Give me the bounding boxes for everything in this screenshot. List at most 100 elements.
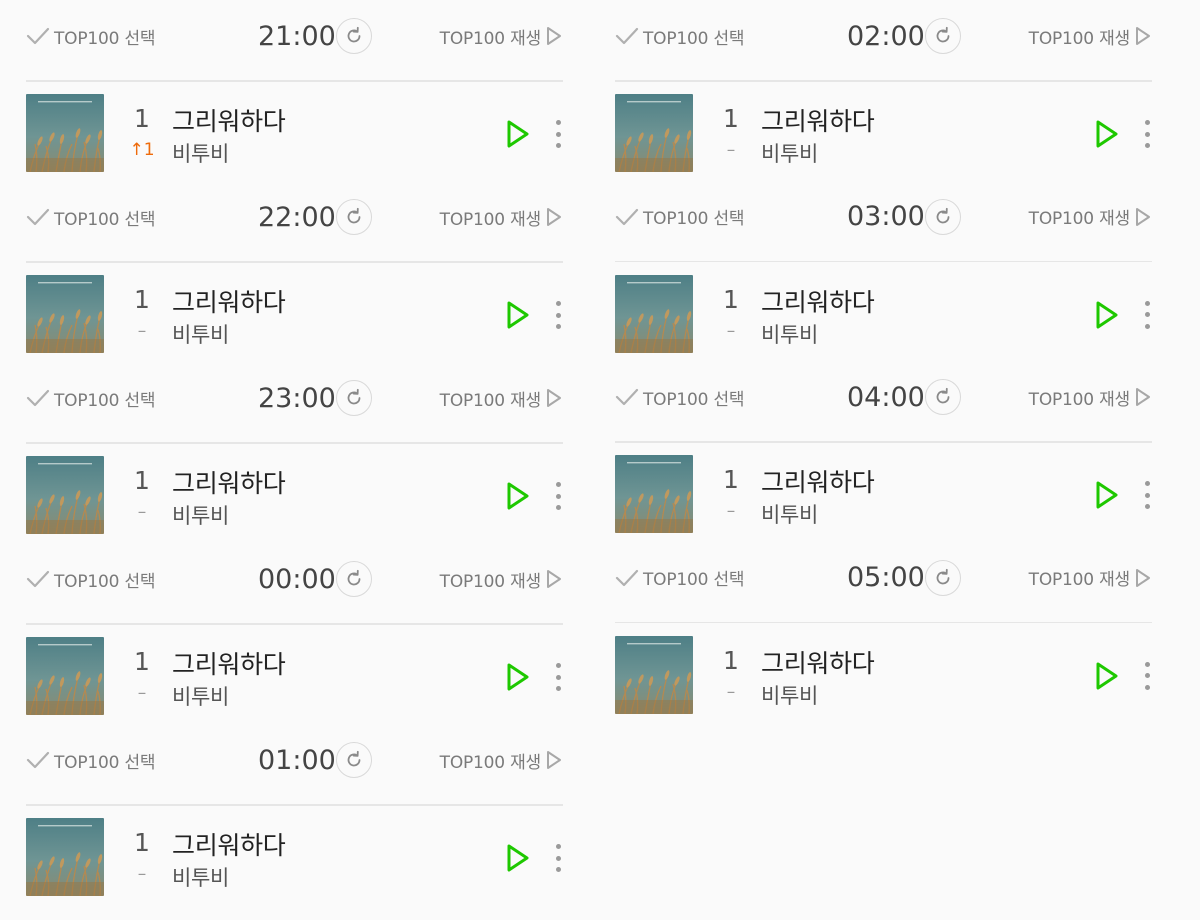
top100-play-button[interactable]: TOP100 재생 [440,384,563,412]
album-cover[interactable] [26,637,104,715]
song-title[interactable]: 그리워하다 [761,283,875,319]
song-row[interactable]: 1 – 그리워하다 비투비 [26,637,563,715]
refresh-button[interactable] [925,198,961,235]
album-cover[interactable] [615,635,693,714]
more-vertical-icon-dot [1144,481,1150,486]
chart-header: TOP100 선택 00:00 TOP100 재생 [26,543,563,625]
more-options-button[interactable] [548,663,568,691]
song-title[interactable]: 그리워하다 [761,102,875,138]
song-row[interactable]: 1 – 그리워하다 비투비 [615,455,1152,533]
refresh-button[interactable] [925,379,961,415]
top100-play-button[interactable]: TOP100 재생 [1029,383,1152,411]
album-cover[interactable] [26,94,104,172]
play-button[interactable] [1094,299,1120,331]
song-row[interactable]: 1 – 그리워하다 비투비 [615,94,1152,172]
chart-header: TOP100 선택 04:00 TOP100 재생 [615,361,1152,443]
time-selector: 05:00 [847,558,961,598]
more-options-button[interactable] [1137,300,1157,329]
more-vertical-icon-dot [555,301,561,306]
top100-select-button[interactable]: TOP100 선택 [615,203,745,231]
song-row[interactable]: 1 – 그리워하다 비투비 [26,456,563,534]
refresh-button[interactable] [925,18,961,54]
album-cover[interactable] [615,274,693,353]
play-button[interactable] [505,842,531,874]
top100-play-button[interactable]: TOP100 재생 [440,22,563,50]
top100-play-button[interactable]: TOP100 재생 [1029,564,1152,592]
time-selector: 22:00 [258,197,372,237]
more-options-button[interactable] [548,482,568,510]
song-title[interactable]: 그리워하다 [172,283,286,319]
more-options-button[interactable] [1137,661,1157,690]
album-cover[interactable] [26,456,104,534]
play-button[interactable] [1094,479,1120,511]
chart-column-left: TOP100 선택 21:00 TOP100 재생 1 ↑1 그리워하다 비투비… [26,0,563,905]
refresh-button[interactable] [336,18,372,54]
check-icon [26,388,50,408]
top100-play-button[interactable]: TOP100 재생 [440,203,563,231]
refresh-button[interactable] [336,199,372,235]
more-vertical-icon-dot [555,324,561,329]
play-button[interactable] [1094,660,1120,692]
song-row[interactable]: 1 – 그리워하다 비투비 [615,274,1152,353]
top100-play-button[interactable]: TOP100 재생 [1029,203,1152,231]
artist-name[interactable]: 비투비 [172,319,229,349]
album-cover[interactable] [26,818,104,896]
song-row[interactable]: 1 ↑1 그리워하다 비투비 [26,94,563,172]
more-options-button[interactable] [548,301,568,329]
check-icon [615,568,639,588]
top100-select-button[interactable]: TOP100 선택 [26,565,156,593]
song-row[interactable]: 1 – 그리워하다 비투비 [615,635,1152,714]
chart-time: 03:00 [847,201,925,232]
refresh-button[interactable] [925,559,961,596]
refresh-button[interactable] [336,561,372,597]
more-vertical-icon-dot [555,120,561,125]
play-button[interactable] [1094,118,1120,150]
play-all-label: TOP100 재생 [439,571,542,592]
play-button[interactable] [505,118,531,150]
top100-play-button[interactable]: TOP100 재생 [440,565,563,593]
song-title[interactable]: 그리워하다 [172,464,286,500]
top100-select-button[interactable]: TOP100 선택 [26,746,156,774]
artist-name[interactable]: 비투비 [172,681,229,711]
song-title[interactable]: 그리워하다 [172,826,286,862]
artist-name[interactable]: 비투비 [761,499,818,529]
play-button[interactable] [505,480,531,512]
refresh-icon [347,207,361,224]
artist-name[interactable]: 비투비 [172,500,229,530]
more-options-button[interactable] [548,844,568,872]
artist-name[interactable]: 비투비 [761,138,818,168]
album-cover[interactable] [26,275,104,353]
top100-select-button[interactable]: TOP100 선택 [26,22,156,50]
song-title[interactable]: 그리워하다 [172,102,286,138]
top100-select-button[interactable]: TOP100 선택 [615,22,745,50]
divider [615,441,1152,443]
refresh-button[interactable] [336,380,372,416]
song-row[interactable]: 1 – 그리워하다 비투비 [26,275,563,353]
artist-name[interactable]: 비투비 [761,680,818,710]
top100-select-button[interactable]: TOP100 선택 [615,564,745,592]
artist-name[interactable]: 비투비 [172,138,229,168]
more-options-button[interactable] [1137,120,1157,148]
artist-name[interactable]: 비투비 [761,319,818,349]
more-options-button[interactable] [1137,481,1157,509]
refresh-button[interactable] [336,742,372,778]
song-title[interactable]: 그리워하다 [761,644,875,680]
song-row[interactable]: 1 – 그리워하다 비투비 [26,818,563,896]
refresh-icon [347,750,361,767]
top100-select-button[interactable]: TOP100 선택 [615,383,745,411]
album-cover[interactable] [615,94,693,172]
song-title[interactable]: 그리워하다 [172,645,286,681]
top100-select-button[interactable]: TOP100 선택 [26,203,156,231]
hourly-chart-block: TOP100 선택 23:00 TOP100 재생 1 – 그리워하다 비투비 [26,362,563,543]
top100-select-button[interactable]: TOP100 선택 [26,384,156,412]
play-button[interactable] [505,661,531,693]
play-button[interactable] [505,299,531,331]
top100-play-button[interactable]: TOP100 재생 [1029,22,1152,50]
more-options-button[interactable] [548,120,568,148]
artist-name[interactable]: 비투비 [172,862,229,892]
chart-time: 22:00 [258,201,336,233]
song-title[interactable]: 그리워하다 [761,463,875,499]
more-vertical-icon-dot [555,131,561,137]
album-cover[interactable] [615,455,693,533]
top100-play-button[interactable]: TOP100 재생 [440,746,563,774]
